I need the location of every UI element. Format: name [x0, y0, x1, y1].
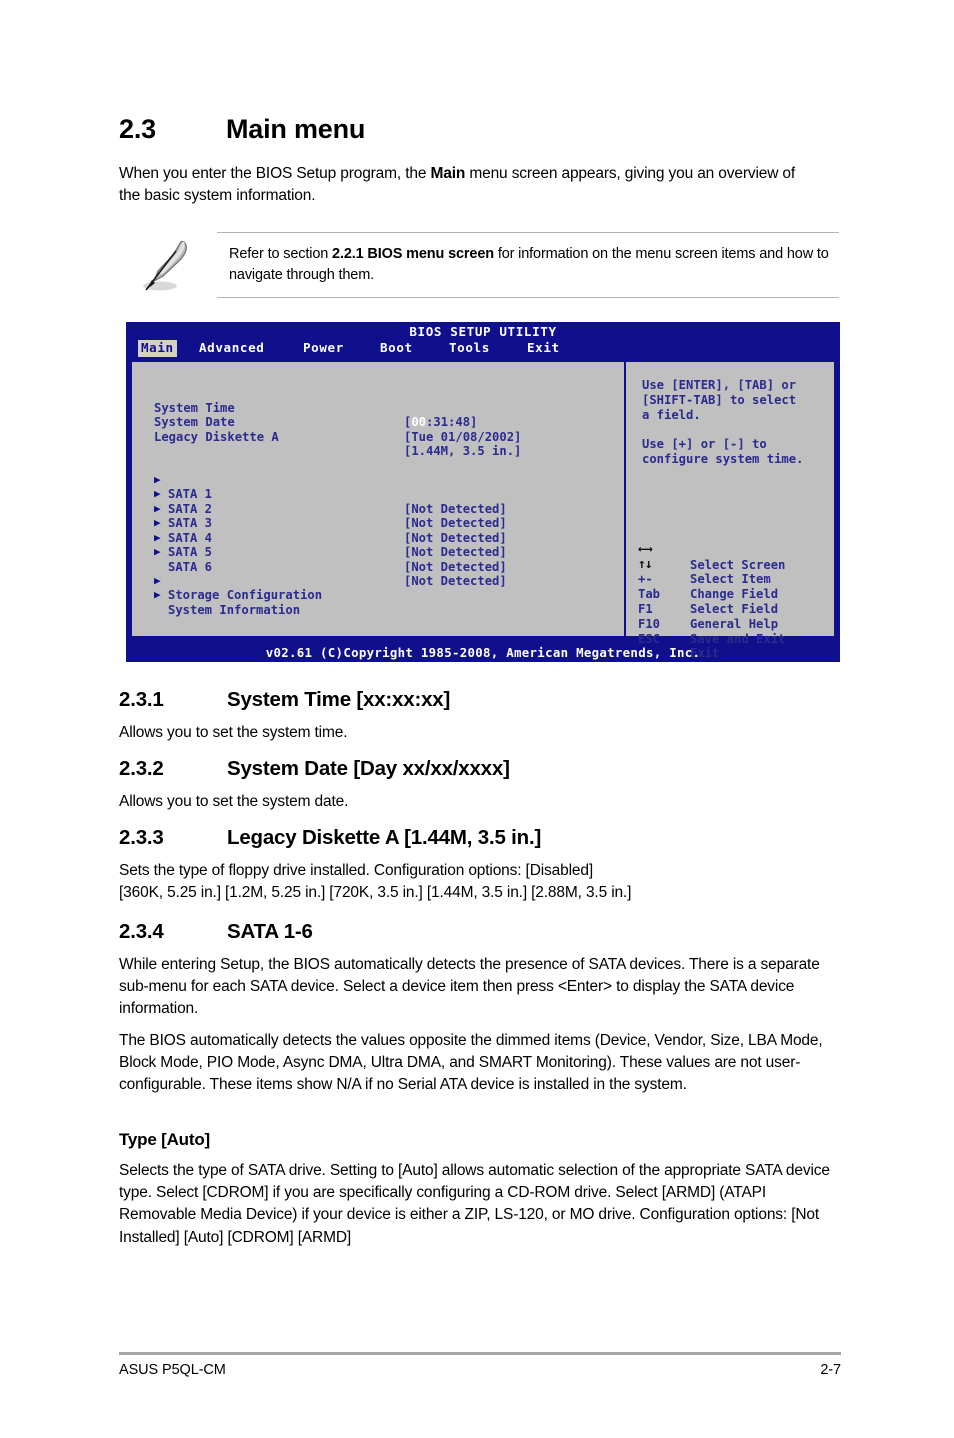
section-number: 2.3.4: [119, 920, 164, 943]
section-2-3-4-heading: 2.3.4 SATA 1-6: [119, 920, 841, 944]
section-2-3-2-heading: 2.3.2 System Date [Day xx/xx/xxxx]: [119, 757, 841, 781]
bios-body: System Time [00:31:48] System Date [Tue …: [130, 360, 836, 661]
pencil-icon: [134, 236, 196, 294]
note-top-divider: [217, 232, 839, 233]
section-title: SATA 1-6: [227, 920, 313, 943]
section-number: 2.3.2: [119, 757, 164, 780]
note-text: Refer to section 2.2.1 BIOS menu screen …: [229, 246, 829, 283]
page-title-text: Main menu: [226, 114, 366, 144]
section-2-3-3: 2.3.3 Legacy Diskette A [1.44M, 3.5 in.] …: [119, 826, 841, 904]
bios-tab-advanced[interactable]: Advanced: [196, 340, 267, 357]
bios-copyright-bar: v02.61 (C)Copyright 1985-2008, American …: [265, 644, 701, 660]
note-bottom-divider: [217, 297, 839, 298]
bios-key-row: ESC Exit: [638, 617, 726, 661]
intro-paragraph: When you enter the BIOS Setup program, t…: [119, 163, 819, 207]
bios-menu-tabbar: Main Advanced Power Boot Tools Exit: [126, 340, 840, 357]
bios-key-row: ↑↓ Select Item: [638, 543, 771, 587]
bios-tab-power[interactable]: Power: [300, 340, 347, 357]
section-2-3-3-heading: 2.3.3 Legacy Diskette A [1.44M, 3.5 in.]: [119, 826, 841, 850]
page-title-number: 2.3: [119, 114, 156, 144]
section-2-3-2-body: Allows you to set the system date.: [119, 793, 349, 810]
bios-tab-tools[interactable]: Tools: [446, 340, 493, 357]
bios-label-system-information: System Information: [168, 602, 301, 617]
section-2-3-3-body: Sets the type of floppy drive installed.…: [119, 862, 632, 902]
section-2-3-1-body: Allows you to set the system time.: [119, 724, 348, 741]
section-number: 2.3.1: [119, 688, 164, 711]
bios-help-text: Use [ENTER], [TAB] or [SHIFT-TAB] to sel…: [642, 378, 804, 466]
section-2-3-2: 2.3.2 System Date [Day xx/xx/xxxx] Allows…: [119, 757, 841, 813]
bios-key-row: Tab Select Field: [638, 572, 778, 616]
bios-value-legacy-diskette-a[interactable]: [1.44M, 3.5 in.]: [404, 444, 521, 459]
bios-row-system-information[interactable]: ▶ System Information: [132, 574, 624, 632]
page-title: 2.3 Main menu: [119, 114, 365, 145]
section-title: System Time [xx:xx:xx]: [227, 688, 451, 711]
bios-label-legacy-diskette-a: Legacy Diskette A: [154, 429, 279, 444]
bios-setup-screenshot: BIOS SETUP UTILITY Main Advanced Power B…: [126, 322, 840, 662]
footer-page-number: 2-7: [820, 1362, 841, 1378]
bios-tab-boot[interactable]: Boot: [377, 340, 416, 357]
section-type-auto: Type [Auto] Selects the type of SATA dri…: [119, 1130, 841, 1249]
section-2-3-4-body-1: While entering Setup, the BIOS automatic…: [119, 956, 820, 1018]
bios-title: BIOS SETUP UTILITY: [409, 324, 557, 339]
bios-key-row: F10 Save and Exit: [638, 602, 785, 646]
section-type-auto-heading: Type [Auto]: [119, 1130, 210, 1149]
section-2-3-4-body-2: The BIOS automatically detects the value…: [119, 1031, 823, 1094]
section-title: System Date [Day xx/xx/xxxx]: [227, 757, 510, 780]
bios-key-row: F1 General Help: [638, 587, 778, 631]
section-number: 2.3.3: [119, 826, 164, 849]
triangle-right-icon: ▶: [154, 545, 161, 558]
section-2-3-4: 2.3.4 SATA 1-6 While entering Setup, the …: [119, 920, 841, 1096]
section-2-3-1-heading: 2.3.1 System Time [xx:xx:xx]: [119, 688, 841, 712]
bios-key-row: +- Change Field: [638, 558, 778, 601]
note-callout: Refer to section 2.2.1 BIOS menu screen …: [134, 232, 839, 298]
bios-tab-main[interactable]: Main: [138, 340, 177, 357]
footer-divider: [119, 1352, 841, 1355]
intro-text: When you enter the BIOS Setup program, t…: [119, 165, 796, 205]
bios-key-legend: ←→ Select Screen ↑↓ Select Item +- Chang…: [638, 528, 785, 661]
section-2-3-1: 2.3.1 System Time [xx:xx:xx] Allows you t…: [119, 688, 841, 744]
document-page: 2.3 Main menu When you enter the BIOS Set…: [0, 0, 954, 1438]
triangle-right-icon: ▶: [154, 588, 161, 601]
bios-settings-pane: System Time [00:31:48] System Date [Tue …: [132, 362, 624, 636]
section-title: Legacy Diskette A [1.44M, 3.5 in.]: [227, 826, 542, 849]
bios-key-row: ←→ Select Screen: [638, 528, 785, 572]
section-type-auto-body: Selects the type of SATA drive. Setting …: [119, 1162, 830, 1246]
bios-help-pane: Use [ENTER], [TAB] or [SHIFT-TAB] to sel…: [626, 362, 834, 661]
bios-tab-exit[interactable]: Exit: [524, 340, 563, 357]
